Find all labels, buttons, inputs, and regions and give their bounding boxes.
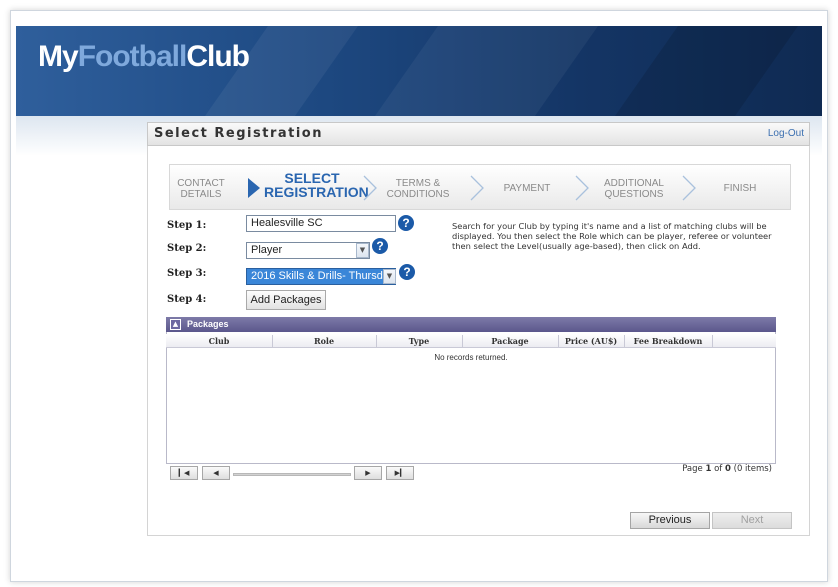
packages-title: Packages bbox=[187, 319, 229, 329]
step-arrow-icon bbox=[470, 175, 484, 201]
last-page-icon[interactable]: ▶▎ bbox=[386, 466, 414, 480]
step1-label: Step 1: bbox=[167, 220, 207, 231]
current-page: 1 bbox=[705, 464, 712, 474]
column-header-package[interactable]: Package bbox=[462, 336, 558, 346]
collapse-icon[interactable]: ▲ bbox=[170, 319, 181, 330]
column-header-role[interactable]: Role bbox=[272, 336, 376, 346]
wizard-step-label: PAYMENT bbox=[503, 183, 551, 194]
site-logo[interactable]: MyFootballClub bbox=[38, 40, 250, 74]
page-slider[interactable] bbox=[233, 473, 351, 476]
chevron-down-icon[interactable]: ▼ bbox=[383, 269, 396, 284]
wizard-step-terms-conditions[interactable]: TERMS & CONDITIONS bbox=[382, 178, 454, 200]
total-pages: 0 bbox=[725, 464, 731, 474]
wizard-step-label: ADDITIONAL bbox=[603, 178, 664, 189]
step2-label: Step 2: bbox=[167, 243, 207, 254]
of-label: of bbox=[714, 464, 723, 474]
step-arrow-icon bbox=[682, 175, 696, 201]
packages-grid bbox=[166, 332, 776, 464]
club-search-input[interactable]: Healesville SC bbox=[246, 215, 396, 232]
items-count: (0 items) bbox=[733, 464, 772, 474]
wizard-step-label: SELECT bbox=[284, 170, 340, 186]
help-icon[interactable]: ? bbox=[399, 264, 415, 280]
page: MyFootballClub Select Registration Log-O… bbox=[0, 0, 838, 587]
wizard-step-select-registration[interactable]: SELECT REGISTRATION bbox=[264, 170, 369, 200]
help-icon[interactable]: ? bbox=[398, 215, 414, 231]
logout-link[interactable]: Log-Out bbox=[768, 128, 804, 139]
packages-grid-header: ▲ Packages bbox=[166, 317, 776, 332]
step-arrow-icon bbox=[363, 175, 377, 201]
column-header-fee-breakdown[interactable]: Fee Breakdown bbox=[624, 336, 712, 346]
wizard-step-additional-questions[interactable]: ADDITIONAL QUESTIONS bbox=[598, 178, 670, 200]
grid-pager: ▎◀ ◀ ▶ ▶▎ Page 1 of 0 (0 items) bbox=[166, 464, 776, 484]
page-label: Page bbox=[682, 464, 703, 474]
logo-my: My bbox=[38, 40, 79, 73]
wizard-step-label: DETAILS bbox=[180, 189, 222, 200]
next-page-icon[interactable]: ▶ bbox=[354, 466, 382, 480]
logo-club: Club bbox=[186, 40, 250, 73]
add-packages-button[interactable]: Add Packages bbox=[246, 290, 326, 310]
no-records-message: No records returned. bbox=[434, 353, 508, 362]
wizard-step-label: CONTACT bbox=[177, 178, 225, 189]
wizard-step-payment[interactable]: PAYMENT bbox=[492, 183, 562, 194]
chevron-down-icon[interactable]: ▼ bbox=[356, 243, 369, 258]
first-page-icon[interactable]: ▎◀ bbox=[170, 466, 198, 480]
logo-football: Football bbox=[77, 40, 188, 73]
wizard-step-label: QUESTIONS bbox=[604, 189, 664, 200]
site-banner: MyFootballClub bbox=[16, 26, 822, 116]
level-select[interactable]: 2016 Skills & Drills- Thursda bbox=[246, 268, 396, 285]
column-header-price[interactable]: Price (AU$) bbox=[558, 336, 624, 346]
wizard-step-label: FINISH bbox=[723, 183, 757, 194]
column-header-type[interactable]: Type bbox=[376, 336, 462, 346]
wizard-step-label: REGISTRATION bbox=[264, 184, 369, 200]
next-button[interactable]: Next bbox=[712, 512, 792, 529]
previous-button[interactable]: Previous bbox=[630, 512, 710, 529]
prev-page-icon[interactable]: ◀ bbox=[202, 466, 230, 480]
wizard-step-finish[interactable]: FINISH bbox=[715, 183, 765, 194]
wizard-steps: CONTACT DETAILS SELECT REGISTRATION TERM… bbox=[169, 164, 791, 210]
page-info: Page 1 of 0 (0 items) bbox=[682, 464, 772, 474]
wizard-step-label: TERMS & bbox=[395, 178, 441, 189]
step4-label: Step 4: bbox=[167, 294, 207, 305]
help-icon[interactable]: ? bbox=[372, 238, 388, 254]
instructions-text: Search for your Club by typing it's name… bbox=[452, 221, 772, 251]
step-arrow-icon bbox=[575, 175, 589, 201]
step-arrow-active-icon bbox=[248, 178, 260, 198]
packages-column-headers: Club Role Type Package Price (AU$) Fee B… bbox=[166, 334, 776, 348]
page-title: Select Registration bbox=[154, 126, 323, 141]
wizard-step-label: CONDITIONS bbox=[386, 189, 450, 200]
step3-label: Step 3: bbox=[167, 268, 207, 279]
wizard-step-contact-details[interactable]: CONTACT DETAILS bbox=[176, 178, 226, 200]
column-header-club[interactable]: Club bbox=[166, 336, 272, 346]
role-select[interactable]: Player bbox=[246, 242, 370, 259]
page-titlebar: Select Registration Log-Out bbox=[147, 122, 810, 146]
